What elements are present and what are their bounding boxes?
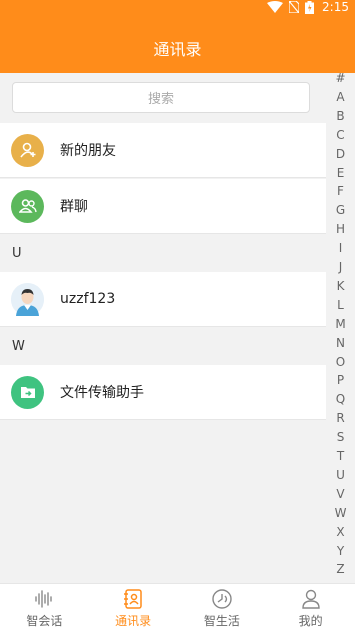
contact-name: uzzf123 <box>60 291 116 307</box>
no-sim-icon <box>289 1 300 13</box>
contact-item-uzzf123[interactable]: uzzf123 <box>0 272 326 327</box>
index-letter-hash[interactable]: # <box>326 71 355 85</box>
new-friends-item[interactable]: 新的朋友 <box>0 123 326 178</box>
page-title: 通讯录 <box>153 40 202 59</box>
bottom-nav: 智会话 通讯录 智生活 我的 <box>0 583 355 630</box>
profile-icon <box>301 589 320 609</box>
nav-label: 智会话 <box>26 613 63 628</box>
group-chat-label: 群聊 <box>60 199 88 215</box>
contacts-book-icon <box>124 588 142 609</box>
index-letter-r[interactable]: R <box>326 411 355 425</box>
index-letter-o[interactable]: O <box>326 355 355 369</box>
contact-name: 文件传输助手 <box>60 385 144 401</box>
status-bar: 2:15 <box>0 0 355 14</box>
status-time: 2:15 <box>322 0 349 14</box>
life-icon <box>212 588 232 609</box>
index-letter-z[interactable]: Z <box>326 562 355 576</box>
index-letter-b[interactable]: B <box>326 109 355 123</box>
wifi-icon <box>267 1 284 13</box>
status-icons: 2:15 <box>267 0 349 14</box>
index-letter-f[interactable]: F <box>326 184 355 198</box>
nav-profile[interactable]: 我的 <box>266 584 355 630</box>
battery-icon <box>305 0 315 14</box>
index-letter-t[interactable]: T <box>326 449 355 463</box>
app-header: 2:15 通讯录 <box>0 0 355 73</box>
index-letter-q[interactable]: Q <box>326 392 355 406</box>
file-transfer-icon <box>11 375 44 409</box>
index-letter-a[interactable]: A <box>326 90 355 104</box>
search-input[interactable]: 搜索 <box>12 82 310 113</box>
waveform-icon <box>35 589 53 608</box>
index-letter-m[interactable]: M <box>326 317 355 331</box>
add-user-icon <box>11 133 44 167</box>
index-letter-c[interactable]: C <box>326 128 355 142</box>
index-letter-n[interactable]: N <box>326 336 355 350</box>
alphabet-index-bar[interactable]: # A B C D E F G H I J K L M N O P Q R S T U V W X Y Z <box>326 71 355 583</box>
group-chat-item[interactable]: 群聊 <box>0 179 326 234</box>
new-friends-label: 新的朋友 <box>60 143 116 159</box>
index-letter-v[interactable]: V <box>326 487 355 501</box>
index-letter-e[interactable]: E <box>326 166 355 180</box>
group-icon <box>11 189 44 223</box>
index-letter-g[interactable]: G <box>326 203 355 217</box>
nav-chat[interactable]: 智会话 <box>0 584 89 630</box>
nav-label: 智生活 <box>203 613 240 628</box>
index-letter-x[interactable]: X <box>326 525 355 539</box>
nav-life[interactable]: 智生活 <box>178 584 267 630</box>
index-letter-h[interactable]: H <box>326 222 355 236</box>
search-placeholder: 搜索 <box>147 92 174 107</box>
index-letter-p[interactable]: P <box>326 373 355 387</box>
search-area: 搜索 <box>0 73 326 121</box>
nav-contacts[interactable]: 通讯录 <box>89 584 178 630</box>
index-letter-u[interactable]: U <box>326 468 355 482</box>
nav-label: 通讯录 <box>115 613 152 628</box>
index-letter-s[interactable]: S <box>326 430 355 444</box>
nav-label: 我的 <box>298 613 323 628</box>
index-letter-i[interactable]: I <box>326 241 355 255</box>
contact-item-file-transfer[interactable]: 文件传输助手 <box>0 365 326 420</box>
index-letter-l[interactable]: L <box>326 298 355 312</box>
index-letter-y[interactable]: Y <box>326 544 355 558</box>
avatar-icon <box>11 282 44 316</box>
index-letter-k[interactable]: K <box>326 279 355 293</box>
index-letter-w[interactable]: W <box>326 506 355 520</box>
index-letter-d[interactable]: D <box>326 147 355 161</box>
section-header-u: U <box>0 236 326 271</box>
section-header-w: W <box>0 329 326 364</box>
index-letter-j[interactable]: J <box>326 260 355 274</box>
